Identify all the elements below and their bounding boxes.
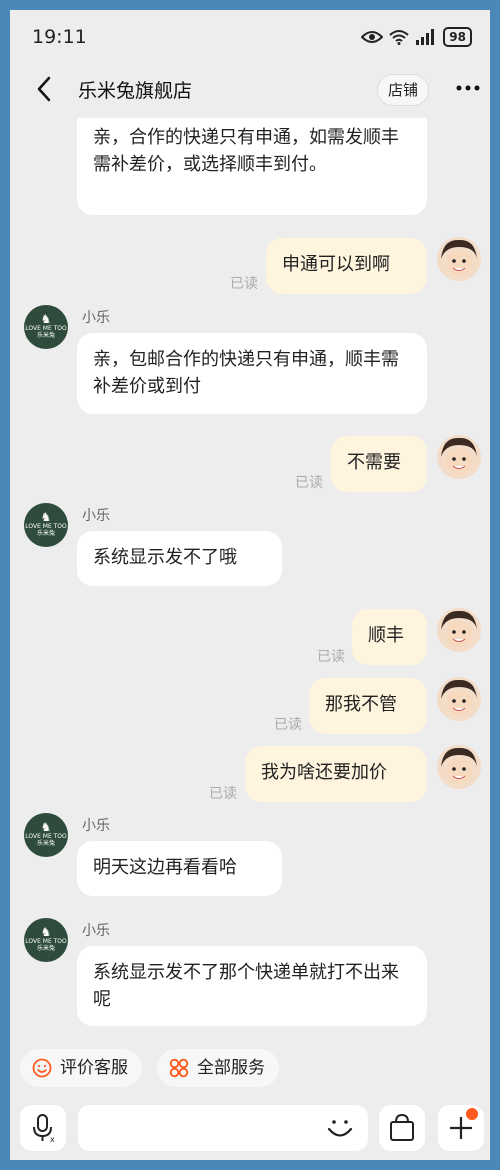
message-text: 系统显示发不了那个快递单就打不出来呢: [93, 962, 399, 1010]
user-avatar[interactable]: [437, 677, 481, 721]
message-text: 那我不管: [325, 694, 397, 715]
status-time: 19:11: [32, 26, 87, 48]
battery-indicator: 98: [443, 27, 472, 47]
logo-text: LOVE ME TOO: [25, 523, 67, 530]
read-receipt: 已读: [230, 276, 258, 292]
message-text: 亲，包邮合作的快递只有申通，顺丰需补差价或到付: [93, 349, 399, 397]
message-bubble-outgoing: 申通可以到啊: [266, 238, 427, 294]
message-bubble-outgoing: 那我不管: [309, 678, 427, 734]
eye-icon: [361, 31, 384, 43]
rabbit-logo-icon: ♞: [40, 510, 52, 524]
message-bubble-outgoing: 不需要: [331, 436, 427, 492]
message-text: 申通可以到啊: [282, 254, 390, 275]
add-button[interactable]: [438, 1105, 484, 1151]
rabbit-logo-icon: ♞: [40, 925, 52, 939]
user-avatar-image: [437, 608, 481, 652]
product-button[interactable]: [379, 1105, 425, 1151]
message-text: 系统显示发不了哦: [93, 547, 237, 568]
smile-icon: [32, 1058, 52, 1078]
phone-screen: 19:11 98 乐米兔旗舰店 店铺 亲，合作的快递只有申通，如需发顺丰需补差价…: [10, 10, 490, 1160]
notification-dot: [466, 1108, 478, 1120]
shop-title: 乐米兔旗舰店: [78, 80, 193, 102]
logo-text: 乐米兔: [36, 945, 55, 952]
logo-text: 乐米兔: [36, 332, 55, 339]
user-avatar[interactable]: [437, 237, 481, 281]
logo-text: LOVE ME TOO: [25, 833, 67, 840]
input-bar: x: [10, 1098, 490, 1160]
message-bubble-incoming: 系统显示发不了哦: [77, 531, 282, 586]
message-bubble-incoming: 亲，包邮合作的快递只有申通，顺丰需补差价或到付: [77, 333, 427, 414]
message-input[interactable]: [78, 1105, 368, 1151]
rabbit-logo-icon: ♞: [40, 312, 52, 326]
bag-icon: [390, 1113, 414, 1141]
message-bubble-incoming: 系统显示发不了那个快递单就打不出来呢: [77, 946, 427, 1026]
svg-text:x: x: [50, 1135, 55, 1144]
logo-text: LOVE ME TOO: [25, 938, 67, 945]
bot-avatar[interactable]: ♞ LOVE ME TOO 乐米兔: [24, 813, 68, 857]
all-services-label: 全部服务: [197, 1058, 265, 1078]
user-avatar[interactable]: [437, 435, 481, 479]
message-text: 我为啥还要加价: [261, 762, 387, 783]
status-icons: 98: [361, 26, 472, 48]
message-text: 亲，合作的快递只有申通，如需发顺丰需补差价，或选择顺丰到付。: [93, 127, 399, 175]
review-service-label: 评价客服: [60, 1058, 128, 1078]
user-avatar-image: [437, 237, 481, 281]
mic-icon: x: [33, 1114, 55, 1144]
user-avatar-image: [437, 435, 481, 479]
sender-name: 小乐: [82, 923, 110, 939]
chat-list[interactable]: 亲，合作的快递只有申通，如需发顺丰需补差价，或选择顺丰到付。 已读 申通可以到啊…: [10, 118, 490, 1040]
bot-avatar[interactable]: ♞ LOVE ME TOO 乐米兔: [24, 305, 68, 349]
emoji-icon[interactable]: [326, 1116, 354, 1142]
user-avatar-image: [437, 745, 481, 789]
read-receipt: 已读: [274, 717, 302, 733]
quick-actions: 评价客服 全部服务: [10, 1040, 490, 1090]
user-avatar[interactable]: [437, 608, 481, 652]
message-bubble-outgoing: 顺丰: [352, 609, 427, 665]
bot-avatar[interactable]: ♞ LOVE ME TOO 乐米兔: [24, 918, 68, 962]
sender-name: 小乐: [82, 818, 110, 834]
user-avatar-image: [437, 677, 481, 721]
signal-icon: [416, 29, 435, 45]
voice-button[interactable]: x: [20, 1105, 66, 1151]
sender-name: 小乐: [82, 310, 110, 326]
user-avatar[interactable]: [437, 745, 481, 789]
status-bar: 19:11 98: [10, 10, 490, 62]
message-bubble-outgoing: 我为啥还要加价: [245, 746, 427, 802]
rabbit-logo-icon: ♞: [40, 820, 52, 834]
message-text: 明天这边再看看哈: [93, 857, 237, 878]
message-text: 顺丰: [368, 625, 404, 646]
logo-text: 乐米兔: [36, 530, 55, 537]
shop-button[interactable]: 店铺: [377, 74, 429, 106]
message-text: 不需要: [347, 452, 401, 473]
message-bubble-incoming: 亲，合作的快递只有申通，如需发顺丰需补差价，或选择顺丰到付。: [77, 118, 427, 215]
read-receipt: 已读: [317, 649, 345, 665]
review-service-button[interactable]: 评价客服: [20, 1049, 142, 1087]
grid-icon: [169, 1058, 189, 1078]
logo-text: LOVE ME TOO: [25, 325, 67, 332]
bot-avatar[interactable]: ♞ LOVE ME TOO 乐米兔: [24, 503, 68, 547]
sender-name: 小乐: [82, 508, 110, 524]
message-bubble-incoming: 明天这边再看看哈: [77, 841, 282, 896]
chat-header: 乐米兔旗舰店 店铺: [10, 62, 490, 118]
back-arrow-icon[interactable]: [36, 76, 52, 102]
wifi-icon: [389, 30, 409, 45]
logo-text: 乐米兔: [36, 840, 55, 847]
more-icon[interactable]: [456, 82, 480, 94]
all-services-button[interactable]: 全部服务: [157, 1049, 279, 1087]
read-receipt: 已读: [209, 786, 237, 802]
read-receipt: 已读: [295, 475, 323, 491]
